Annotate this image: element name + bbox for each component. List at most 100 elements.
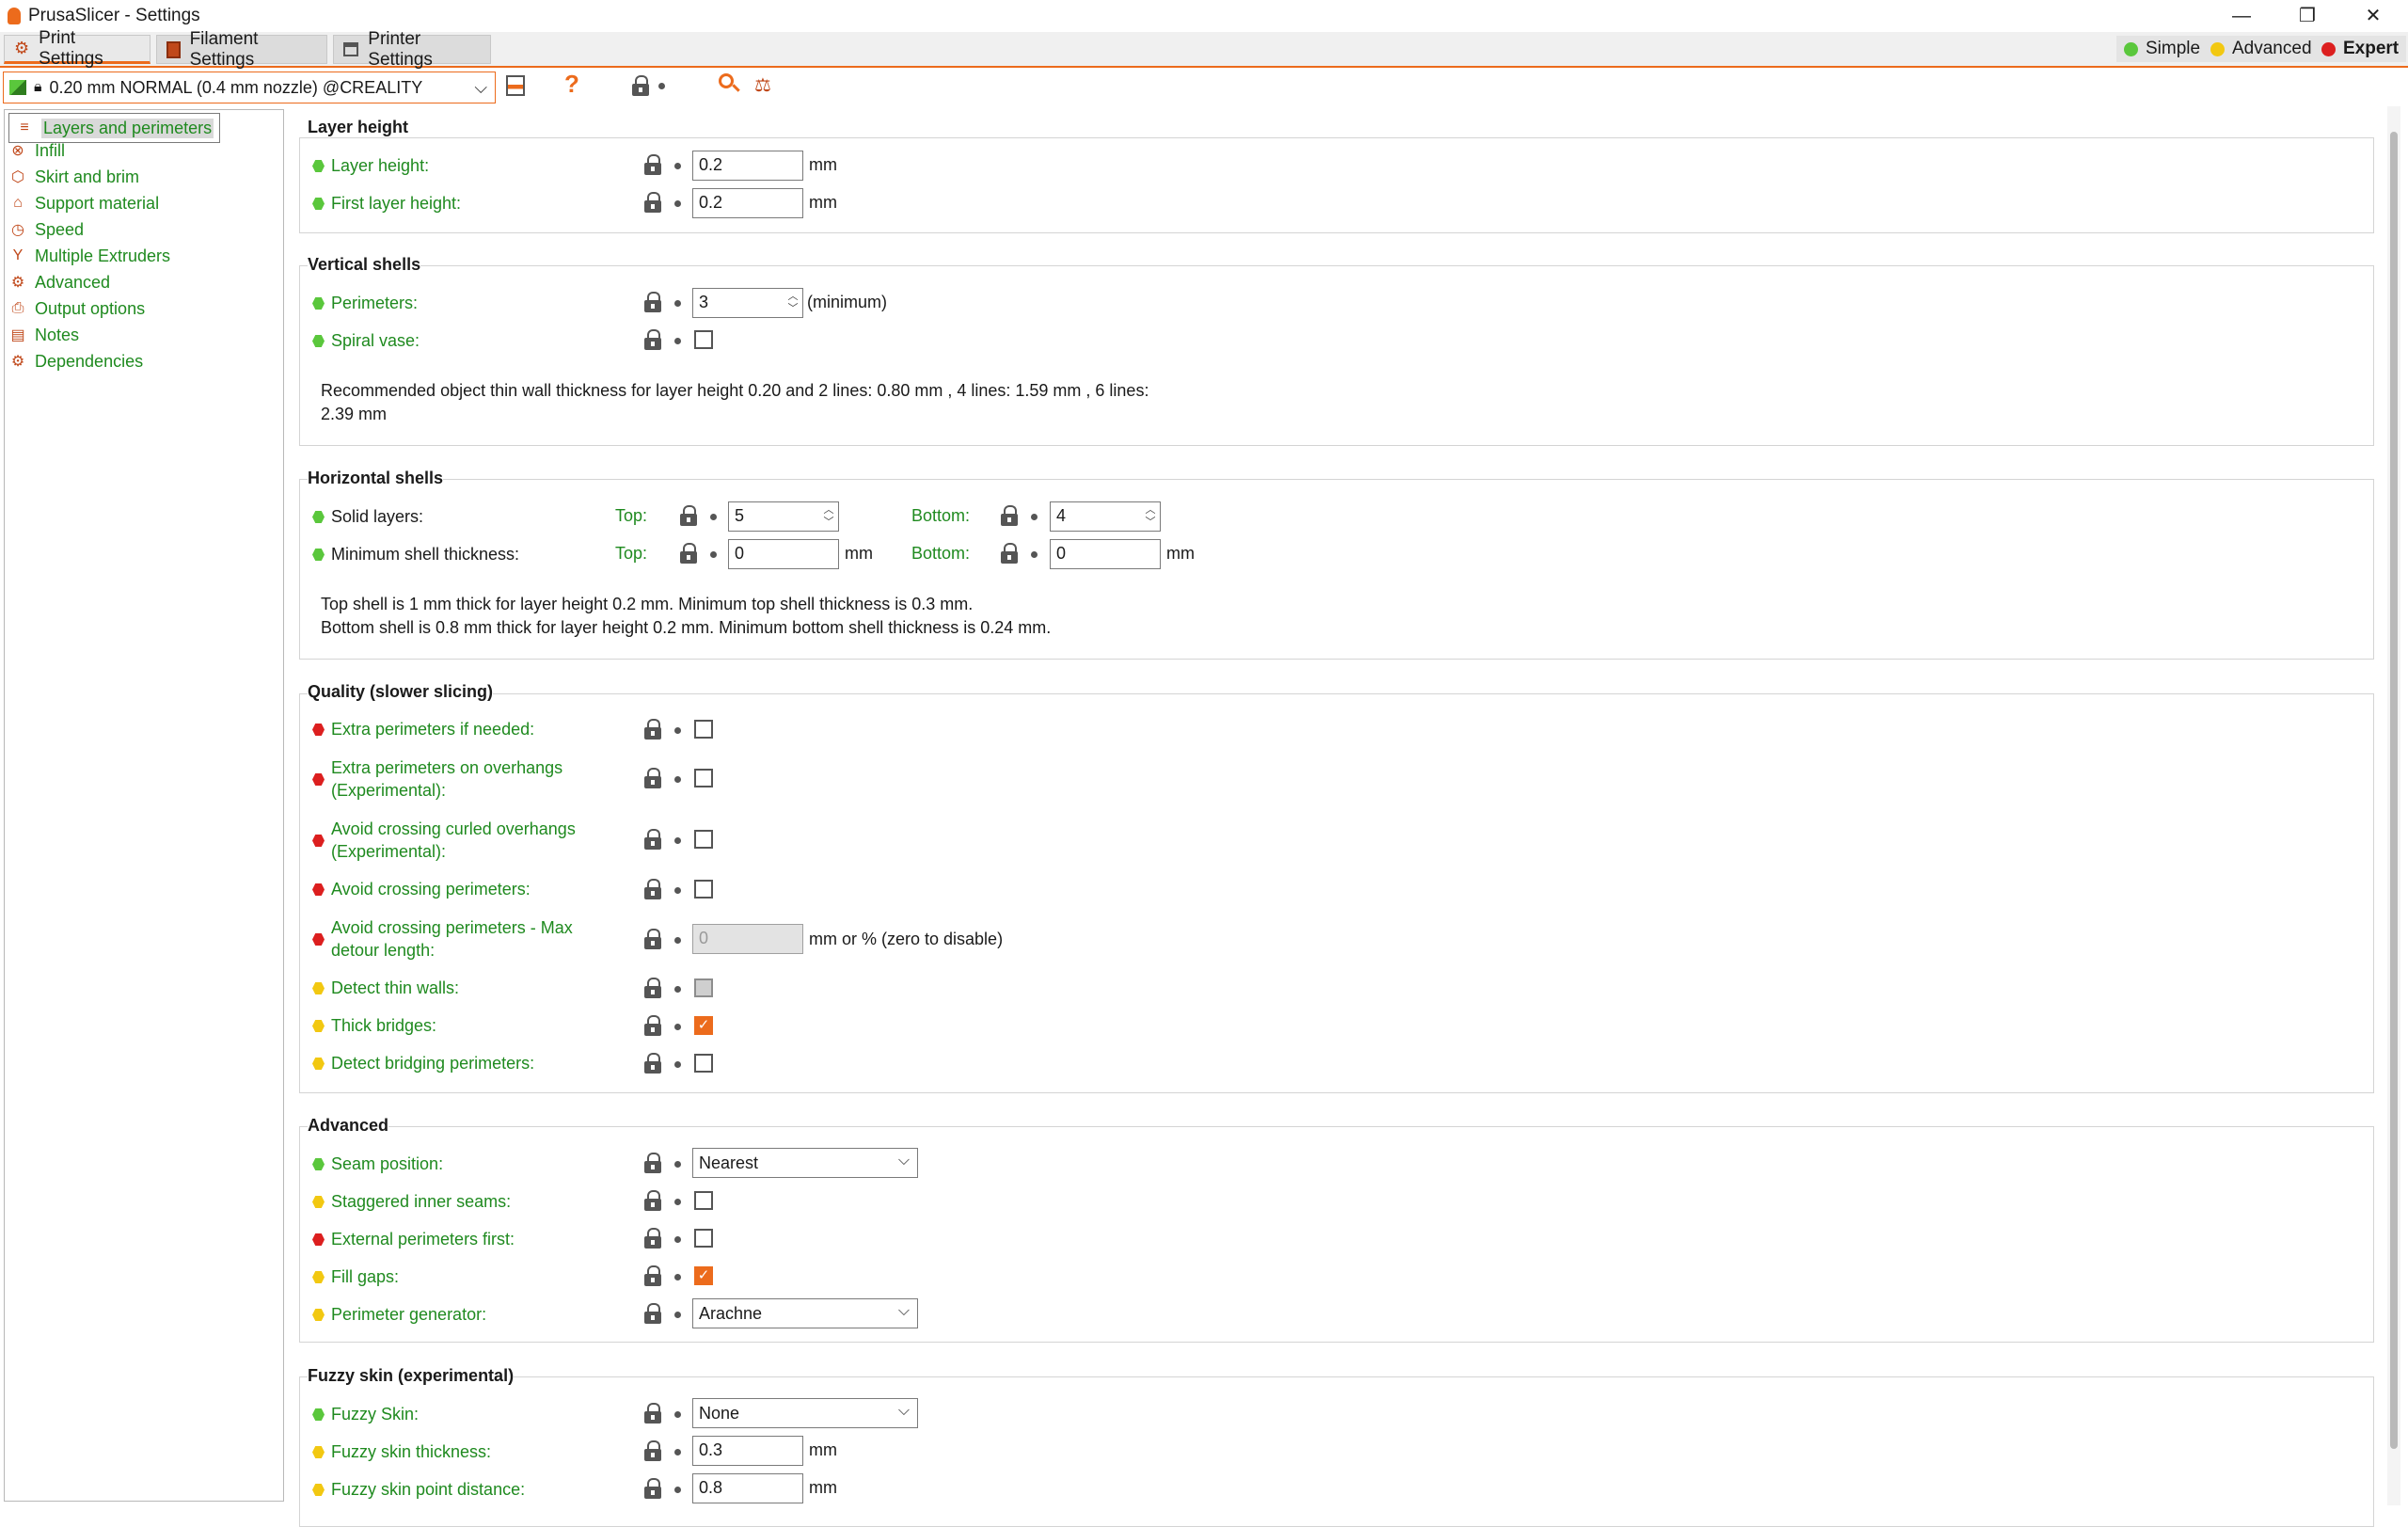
lock-icon[interactable] — [1001, 505, 1018, 526]
bullet-icon[interactable] — [674, 338, 681, 344]
tab-filament-settings[interactable]: Filament Settings — [156, 29, 327, 70]
spin-arrows-icon[interactable]: ︿ ﹀ — [1143, 504, 1158, 529]
fuzzy-skin-thickness-input[interactable]: 0.3 — [692, 1436, 803, 1466]
max-detour-length-input[interactable]: 0 — [692, 924, 803, 954]
bullet-icon[interactable] — [674, 1411, 681, 1418]
lock-icon[interactable] — [644, 192, 661, 213]
bullet-icon[interactable] — [674, 1161, 681, 1168]
spiral-vase-checkbox[interactable] — [694, 330, 713, 349]
bullet-icon[interactable] — [674, 837, 681, 844]
sidebar-item-speed[interactable]: ◷ Speed — [8, 218, 84, 241]
lock-icon[interactable] — [644, 154, 661, 175]
bottom-solid-layers-stepper[interactable]: 4 ︿ ﹀ — [1050, 501, 1161, 532]
sidebar-item-notes[interactable]: ▤ Notes — [8, 324, 79, 346]
scrollbar-thumb[interactable] — [2390, 132, 2398, 1449]
avoid-curled-overhangs-checkbox[interactable] — [694, 830, 713, 849]
help-icon[interactable]: ? — [564, 70, 579, 99]
seam-position-select[interactable]: Nearest ⌵ — [692, 1148, 918, 1178]
sidebar-item-advanced[interactable]: ⚙ Advanced — [8, 271, 110, 294]
close-button[interactable]: ✕ — [2340, 0, 2406, 32]
save-preset-icon[interactable] — [506, 75, 525, 96]
lock-icon[interactable] — [644, 1153, 661, 1173]
lock-icon[interactable] — [644, 1478, 661, 1499]
extra-perimeters-overhangs-checkbox[interactable] — [694, 769, 713, 787]
mode-simple-button[interactable]: Simple — [2116, 36, 2209, 62]
bullet-icon[interactable] — [674, 887, 681, 894]
bullet-icon[interactable] — [674, 1024, 681, 1030]
top-solid-layers-stepper[interactable]: 5 ︿ ﹀ — [728, 501, 839, 532]
spin-arrows-icon[interactable]: ︿ ﹀ — [785, 291, 800, 315]
bullet-icon[interactable] — [674, 1449, 681, 1455]
bullet-icon[interactable] — [710, 514, 717, 520]
thick-bridges-checkbox[interactable]: ✓ — [694, 1016, 713, 1035]
sidebar-item-infill[interactable]: ⊗ Infill — [8, 139, 65, 162]
bullet-legend-icon[interactable] — [658, 83, 665, 89]
bullet-icon[interactable] — [674, 1487, 681, 1493]
bullet-icon[interactable] — [674, 937, 681, 944]
bullet-icon[interactable] — [674, 1312, 681, 1318]
lock-icon[interactable] — [644, 1228, 661, 1249]
lock-icon[interactable] — [644, 1265, 661, 1286]
lock-icon[interactable] — [644, 1403, 661, 1424]
bullet-icon[interactable] — [710, 551, 717, 558]
tab-print-settings[interactable]: ⚙ Print Settings — [4, 28, 150, 69]
fuzzy-skin-point-distance-input[interactable]: 0.8 — [692, 1473, 803, 1503]
minimize-button[interactable]: — — [2209, 0, 2274, 32]
lock-icon[interactable] — [644, 929, 661, 949]
compare-presets-icon[interactable]: ⚖ — [754, 73, 771, 97]
lock-icon[interactable] — [644, 1190, 661, 1211]
lock-icon[interactable] — [644, 1015, 661, 1036]
external-perimeters-first-checkbox[interactable] — [694, 1229, 713, 1248]
mode-advanced-button[interactable]: Advanced — [2203, 36, 2320, 62]
fuzzy-skin-select[interactable]: None ⌵ — [692, 1398, 918, 1428]
tab-printer-settings[interactable]: Printer Settings — [333, 29, 491, 70]
lock-icon[interactable] — [644, 1053, 661, 1074]
lock-icon[interactable] — [680, 505, 697, 526]
perimeter-generator-select[interactable]: Arachne ⌵ — [692, 1298, 918, 1328]
bullet-icon[interactable] — [674, 727, 681, 734]
lock-icon[interactable] — [644, 329, 661, 350]
avoid-crossing-perimeters-checkbox[interactable] — [694, 880, 713, 899]
detect-bridging-perimeters-checkbox[interactable] — [694, 1054, 713, 1073]
lock-icon[interactable] — [644, 768, 661, 788]
layer-height-input[interactable]: 0.2 — [692, 151, 803, 181]
sidebar-item-multiple-extruders[interactable]: Y Multiple Extruders — [8, 245, 170, 267]
perimeters-stepper[interactable]: 3 ︿ ﹀ — [692, 288, 803, 318]
bullet-icon[interactable] — [1031, 514, 1038, 520]
spin-arrows-icon[interactable]: ︿ ﹀ — [821, 504, 836, 529]
sidebar-item-output-options[interactable]: ⎙ Output options — [8, 297, 146, 320]
top-min-thickness-input[interactable]: 0 — [728, 539, 839, 569]
bullet-icon[interactable] — [1031, 551, 1038, 558]
bottom-min-thickness-input[interactable]: 0 — [1050, 539, 1161, 569]
lock-icon[interactable] — [644, 829, 661, 850]
lock-icon[interactable] — [644, 978, 661, 998]
lock-icon[interactable] — [644, 1303, 661, 1324]
lock-icon[interactable] — [644, 292, 661, 312]
sidebar-item-dependencies[interactable]: ⚙ Dependencies — [8, 350, 143, 373]
extra-perimeters-checkbox[interactable] — [694, 720, 713, 739]
restore-button[interactable]: ❐ — [2274, 0, 2340, 32]
lock-icon[interactable] — [680, 543, 697, 564]
sidebar-item-support-material[interactable]: ⌂ Support material — [8, 192, 159, 215]
staggered-inner-seams-checkbox[interactable] — [694, 1191, 713, 1210]
lock-icon[interactable] — [644, 879, 661, 899]
lock-icon[interactable] — [1001, 543, 1018, 564]
lock-legend-icon[interactable] — [632, 75, 649, 96]
bullet-icon[interactable] — [674, 1274, 681, 1280]
bullet-icon[interactable] — [674, 163, 681, 169]
mode-expert-button[interactable]: Expert — [2314, 36, 2407, 62]
lock-icon[interactable] — [644, 1440, 661, 1461]
bullet-icon[interactable] — [674, 200, 681, 207]
preset-dropdown[interactable]: 🔒︎ 0.20 mm NORMAL (0.4 mm nozzle) @CREAL… — [3, 72, 496, 103]
bullet-icon[interactable] — [674, 1061, 681, 1068]
lock-icon[interactable] — [644, 719, 661, 740]
bullet-icon[interactable] — [674, 1199, 681, 1205]
bullet-icon[interactable] — [674, 986, 681, 993]
bullet-icon[interactable] — [674, 776, 681, 783]
first-layer-height-input[interactable]: 0.2 — [692, 188, 803, 218]
fill-gaps-checkbox[interactable]: ✓ — [694, 1266, 713, 1285]
bullet-icon[interactable] — [674, 1236, 681, 1243]
detect-thin-walls-checkbox[interactable] — [694, 978, 713, 997]
sidebar-item-skirt-and-brim[interactable]: ⬡ Skirt and brim — [8, 166, 139, 188]
bullet-icon[interactable] — [674, 300, 681, 307]
